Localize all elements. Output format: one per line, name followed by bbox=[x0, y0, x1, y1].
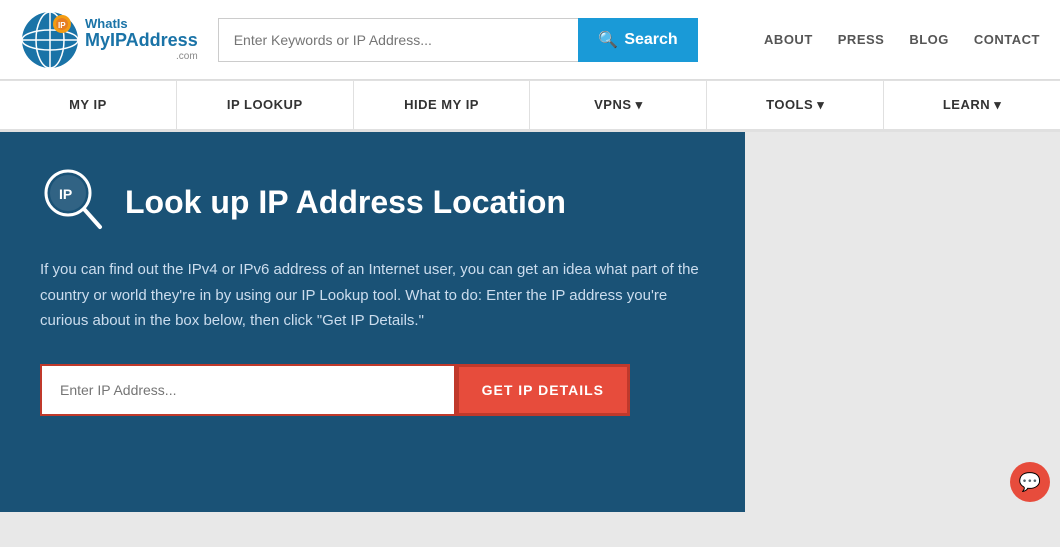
content-wrapper: IP Look up IP Address Location If you ca… bbox=[0, 132, 1060, 512]
chat-icon[interactable]: 💬 bbox=[1010, 462, 1050, 502]
globe-logo-icon: IP bbox=[20, 10, 80, 70]
about-link[interactable]: ABOUT bbox=[764, 32, 813, 47]
logo-text: WhatIs MyIPAddress .com bbox=[85, 17, 198, 62]
logo-myip: MyIPAddress bbox=[85, 31, 198, 51]
search-button-label: Search bbox=[624, 31, 677, 49]
search-button[interactable]: 🔍 Search bbox=[578, 18, 697, 62]
hero-title: Look up IP Address Location bbox=[125, 183, 566, 221]
search-area: 🔍 Search bbox=[218, 18, 698, 62]
hero-title-area: IP Look up IP Address Location bbox=[40, 167, 705, 237]
site-header: IP WhatIs MyIPAddress .com 🔍 Search ABOU… bbox=[0, 0, 1060, 80]
main-nav: MY IP IP LOOKUP HIDE MY IP VPNS ▾ TOOLS … bbox=[0, 80, 1060, 132]
nav-tools[interactable]: TOOLS ▾ bbox=[707, 81, 884, 129]
logo-link[interactable]: IP WhatIs MyIPAddress .com bbox=[20, 10, 198, 70]
svg-text:IP: IP bbox=[59, 186, 72, 202]
svg-text:IP: IP bbox=[58, 21, 66, 30]
nav-learn[interactable]: LEARN ▾ bbox=[884, 81, 1060, 129]
ip-magnify-icon: IP bbox=[40, 167, 110, 237]
get-ip-details-button[interactable]: GET IP DETAILS bbox=[456, 364, 630, 416]
logo-dotcom: .com bbox=[85, 51, 198, 62]
search-icon: 🔍 bbox=[598, 30, 618, 50]
search-input[interactable] bbox=[218, 18, 579, 62]
top-nav: ABOUT PRESS BLOG CONTACT bbox=[764, 32, 1040, 47]
nav-vpns[interactable]: VPNS ▾ bbox=[530, 81, 707, 129]
logo-whatis: WhatIs bbox=[85, 17, 198, 31]
ip-input-row: GET IP DETAILS bbox=[40, 364, 630, 416]
main-content: IP Look up IP Address Location If you ca… bbox=[0, 132, 745, 512]
nav-my-ip[interactable]: MY IP bbox=[0, 81, 177, 129]
chat-bubble-icon: 💬 bbox=[1019, 472, 1041, 493]
hero-description: If you can find out the IPv4 or IPv6 add… bbox=[40, 257, 705, 334]
nav-ip-lookup[interactable]: IP LOOKUP bbox=[177, 81, 354, 129]
ip-address-input[interactable] bbox=[40, 364, 456, 416]
blog-link[interactable]: BLOG bbox=[909, 32, 949, 47]
contact-link[interactable]: CONTACT bbox=[974, 32, 1040, 47]
press-link[interactable]: PRESS bbox=[838, 32, 885, 47]
nav-hide-my-ip[interactable]: HIDE MY IP bbox=[354, 81, 531, 129]
sidebar: 💬 bbox=[745, 132, 1060, 512]
